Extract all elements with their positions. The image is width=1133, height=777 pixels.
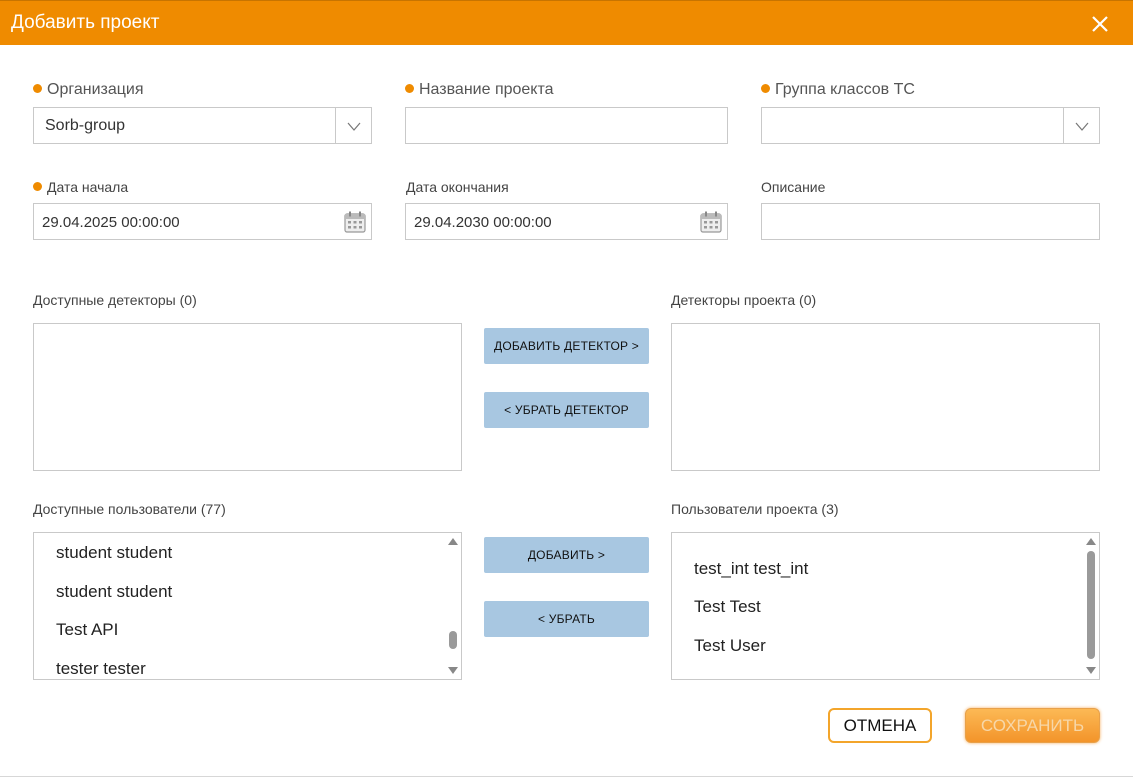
available-users-scrollbar[interactable] (445, 533, 461, 679)
project-users-scrollbar[interactable] (1083, 533, 1099, 679)
vehicle-class-group-label: Группа классов ТС (761, 81, 915, 99)
project-users-list[interactable]: test_int test_int Test Test Test User (671, 532, 1100, 680)
vehicle-class-group-select[interactable] (761, 107, 1100, 144)
required-marker (33, 84, 42, 93)
required-marker (405, 84, 414, 93)
scroll-down-arrow-icon[interactable] (1086, 667, 1096, 674)
scroll-thumb[interactable] (1087, 551, 1095, 659)
dialog-title: Добавить проект (11, 12, 160, 33)
start-date-value: 29.04.2025 00:00:00 (42, 214, 180, 231)
available-users-label: Доступные пользователи (77) (33, 501, 226, 517)
project-users-label: Пользователи проекта (3) (671, 501, 839, 517)
add-detector-button[interactable]: ДОБАВИТЬ ДЕТЕКТОР > (484, 328, 649, 364)
end-date-value: 29.04.2030 00:00:00 (414, 214, 552, 231)
list-item[interactable]: test_int test_int (694, 559, 808, 579)
close-icon[interactable] (1089, 13, 1111, 35)
project-detectors-list[interactable] (671, 323, 1100, 471)
project-name-label: Название проекта (405, 81, 554, 99)
end-date-label: Дата окончания (406, 179, 509, 195)
organization-select[interactable]: Sorb-group (33, 107, 372, 144)
start-date-input[interactable]: 29.04.2025 00:00:00 (33, 203, 372, 240)
project-name-input[interactable] (405, 107, 728, 144)
cancel-button[interactable]: ОТМЕНА (828, 708, 932, 743)
start-date-label-text: Дата начала (47, 179, 129, 195)
end-date-input[interactable]: 29.04.2030 00:00:00 (405, 203, 728, 240)
vehicle-class-group-label-text: Группа классов ТС (775, 81, 915, 98)
list-item[interactable]: Test API (56, 620, 118, 640)
scroll-down-arrow-icon[interactable] (448, 667, 458, 674)
calendar-icon[interactable] (699, 210, 723, 234)
remove-detector-button[interactable]: < УБРАТЬ ДЕТЕКТОР (484, 392, 649, 428)
scroll-up-arrow-icon[interactable] (448, 538, 458, 545)
description-input[interactable] (761, 203, 1100, 240)
organization-select-value: Sorb-group (45, 117, 126, 134)
organization-label: Организация (33, 81, 144, 99)
scroll-up-arrow-icon[interactable] (1086, 538, 1096, 545)
scroll-thumb[interactable] (449, 631, 457, 649)
list-item[interactable]: student student (56, 543, 172, 563)
available-detectors-label: Доступные детекторы (0) (33, 292, 197, 308)
chevron-down-icon[interactable] (335, 108, 371, 143)
required-marker (33, 182, 42, 191)
list-item[interactable]: Test Test (694, 597, 761, 617)
list-item[interactable]: Test User (694, 636, 766, 656)
available-detectors-list[interactable] (33, 323, 462, 471)
remove-user-button[interactable]: < УБРАТЬ (484, 601, 649, 637)
save-button[interactable]: СОХРАНИТЬ (965, 708, 1100, 743)
description-label: Описание (761, 179, 826, 195)
dialog-titlebar: Добавить проект (0, 0, 1133, 45)
chevron-down-icon[interactable] (1063, 108, 1099, 143)
required-marker (761, 84, 770, 93)
start-date-label: Дата начала (33, 179, 128, 195)
list-item[interactable]: tester tester (56, 659, 146, 679)
project-detectors-label: Детекторы проекта (0) (671, 292, 817, 308)
available-users-list[interactable]: student student student student Test API… (33, 532, 462, 680)
calendar-icon[interactable] (343, 210, 367, 234)
project-name-label-text: Название проекта (419, 81, 554, 98)
add-user-button[interactable]: ДОБАВИТЬ > (484, 537, 649, 573)
add-project-dialog: Добавить проект Организация Название про… (0, 0, 1133, 777)
organization-label-text: Организация (47, 81, 144, 98)
list-item[interactable]: student student (56, 582, 172, 602)
